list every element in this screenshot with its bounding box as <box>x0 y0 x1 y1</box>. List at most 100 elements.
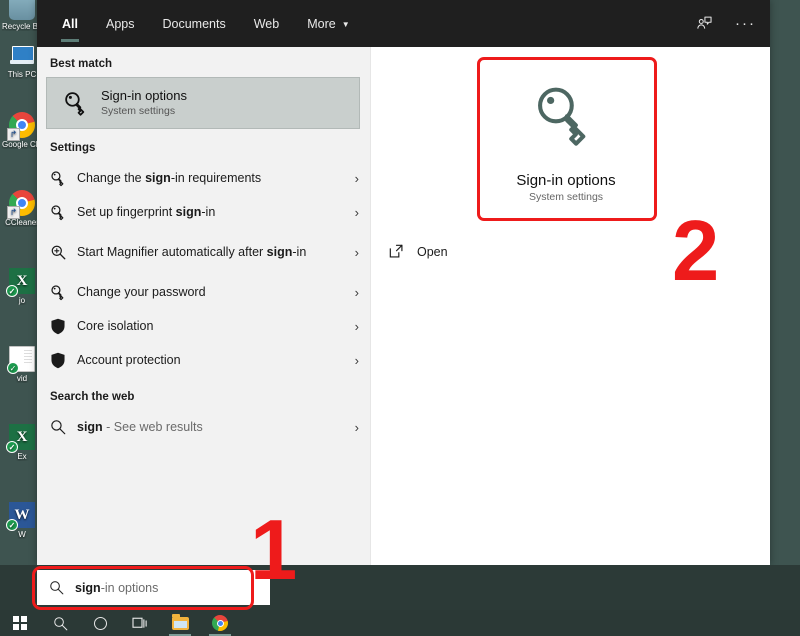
best-match-heading: Best match <box>50 58 112 70</box>
taskbar-search-zone: sign-in options <box>0 565 800 610</box>
ellipsis-icon: ··· <box>735 14 756 32</box>
tab-apps[interactable]: Apps <box>92 0 149 47</box>
desktop-icon-label: Google Chrome <box>2 140 42 149</box>
preview-panel: Sign-in options System settings Open <box>371 47 770 565</box>
chrome-icon <box>212 615 228 631</box>
desktop-icon-excel-file[interactable]: X Ex <box>2 424 42 461</box>
search-icon <box>51 420 66 435</box>
desktop-icon-column: Recycle Bin This PC Google Chrome CClean… <box>0 0 42 610</box>
document-file-icon <box>7 346 35 374</box>
chevron-right-icon: › <box>354 318 359 334</box>
tab-web[interactable]: Web <box>240 0 293 47</box>
settings-heading: Settings <box>50 142 96 154</box>
cortana-button[interactable] <box>80 610 120 636</box>
task-view-button[interactable] <box>120 610 160 636</box>
chevron-down-icon: ▼ <box>341 20 350 29</box>
shield-icon <box>51 352 65 368</box>
search-body: Best match Sign-in options System settin… <box>37 47 770 565</box>
best-match-text: Sign-in options System settings <box>95 88 187 119</box>
chevron-right-icon: › <box>354 244 359 260</box>
best-match-icon-wrap <box>57 90 95 117</box>
start-button[interactable] <box>0 610 40 636</box>
desktop-icon-this-pc[interactable]: This PC <box>2 42 42 79</box>
word-file-icon: W <box>6 502 35 531</box>
search-input[interactable]: sign-in options <box>37 570 270 605</box>
taskbar <box>0 610 800 636</box>
open-label: Open <box>417 244 448 259</box>
task-view-icon <box>131 617 147 628</box>
chevron-right-icon: › <box>354 170 359 186</box>
header-actions: ··· <box>696 0 756 47</box>
search-the-web-heading: Search the web <box>50 391 135 403</box>
open-action[interactable]: Open <box>388 243 448 260</box>
result-change-your-password[interactable]: Change your password › <box>37 275 371 309</box>
desktop-icon-google-chrome[interactable]: Google Chrome <box>2 112 42 149</box>
search-icon-wrap <box>50 419 77 435</box>
tab-label: Web <box>253 16 280 31</box>
search-input-value: sign-in options <box>75 580 159 595</box>
preview-card[interactable]: Sign-in options System settings <box>475 60 657 223</box>
key-icon <box>538 87 586 146</box>
shield-icon-wrap <box>50 352 77 369</box>
result-change-sign-in-requirements[interactable]: Change the sign-in requirements › <box>37 161 371 195</box>
key-icon-wrap <box>50 204 77 221</box>
best-match-subtitle: System settings <box>101 104 176 117</box>
best-match-title: Sign-in options <box>101 87 187 103</box>
tab-all[interactable]: All <box>48 0 92 47</box>
result-account-protection[interactable]: Account protection › <box>37 343 371 377</box>
result-label: Change your password <box>77 284 206 299</box>
chevron-right-icon: › <box>354 204 359 220</box>
desktop-icon-label: Recycle Bin <box>2 22 42 31</box>
magnifier-icon-wrap <box>50 244 77 261</box>
more-options-button[interactable]: ··· <box>735 14 756 32</box>
search-icon <box>50 581 64 595</box>
chrome-icon <box>7 112 35 141</box>
best-match-result[interactable]: Sign-in options System settings <box>46 77 360 129</box>
shield-icon-wrap <box>50 318 77 335</box>
result-start-magnifier-automatically[interactable]: Start Magnifier automatically after sign… <box>37 229 371 275</box>
preview-icon-wrap <box>530 81 602 158</box>
chevron-right-icon: › <box>354 419 359 435</box>
result-label: Account protection <box>77 352 181 367</box>
excel-file-icon: X <box>6 424 35 453</box>
windows-logo-icon <box>13 616 27 630</box>
desktop-icon-jo-file[interactable]: X jo <box>2 268 42 305</box>
cortana-circle-icon <box>93 616 107 630</box>
key-icon <box>51 204 64 220</box>
magnifier-icon <box>51 245 66 259</box>
desktop-icon-word-file[interactable]: W W <box>2 502 42 539</box>
preview-title: Sign-in options <box>516 171 616 189</box>
open-external-icon <box>389 244 403 258</box>
preview-subtitle: System settings <box>528 190 604 203</box>
desktop-icon-recycle-bin[interactable]: Recycle Bin <box>2 0 42 31</box>
desktop-icon-label: This PC <box>7 70 37 79</box>
tab-more[interactable]: More ▼ <box>293 0 363 47</box>
this-pc-icon <box>9 42 35 68</box>
folder-icon <box>171 613 189 630</box>
key-icon <box>51 284 64 300</box>
taskbar-search-button[interactable] <box>40 610 80 636</box>
search-results-list: Best match Sign-in options System settin… <box>37 47 371 565</box>
result-web-search-sign[interactable]: sign - See web results › <box>37 410 371 444</box>
result-label: sign - See web results <box>77 419 203 434</box>
desktop-icon-label: Ex <box>17 452 27 461</box>
feedback-icon <box>697 16 712 29</box>
result-core-isolation[interactable]: Core isolation › <box>37 309 371 343</box>
feedback-button[interactable] <box>696 15 713 32</box>
tab-label: Documents <box>162 16 226 31</box>
key-icon <box>51 170 64 186</box>
desktop-icon-label: CCleaner <box>5 218 39 227</box>
tab-label: More <box>307 16 336 31</box>
result-set-up-fingerprint-sign-in[interactable]: Set up fingerprint sign-in › <box>37 195 371 229</box>
file-explorer-button[interactable] <box>160 610 200 636</box>
desktop-icon-label: vid <box>16 374 28 383</box>
desktop-icon-video-file[interactable]: vid <box>2 346 42 383</box>
search-filter-tabs: All Apps Documents Web More ▼ <box>37 0 364 47</box>
search-results-flyout: All Apps Documents Web More ▼ ··· Best m… <box>37 0 770 565</box>
desktop-icon-ccleaner[interactable]: CCleaner <box>2 190 42 227</box>
tab-label: Apps <box>105 16 135 31</box>
chrome-button[interactable] <box>200 610 240 636</box>
chevron-right-icon: › <box>354 352 359 368</box>
key-icon-wrap <box>50 284 77 301</box>
tab-documents[interactable]: Documents <box>148 0 239 47</box>
